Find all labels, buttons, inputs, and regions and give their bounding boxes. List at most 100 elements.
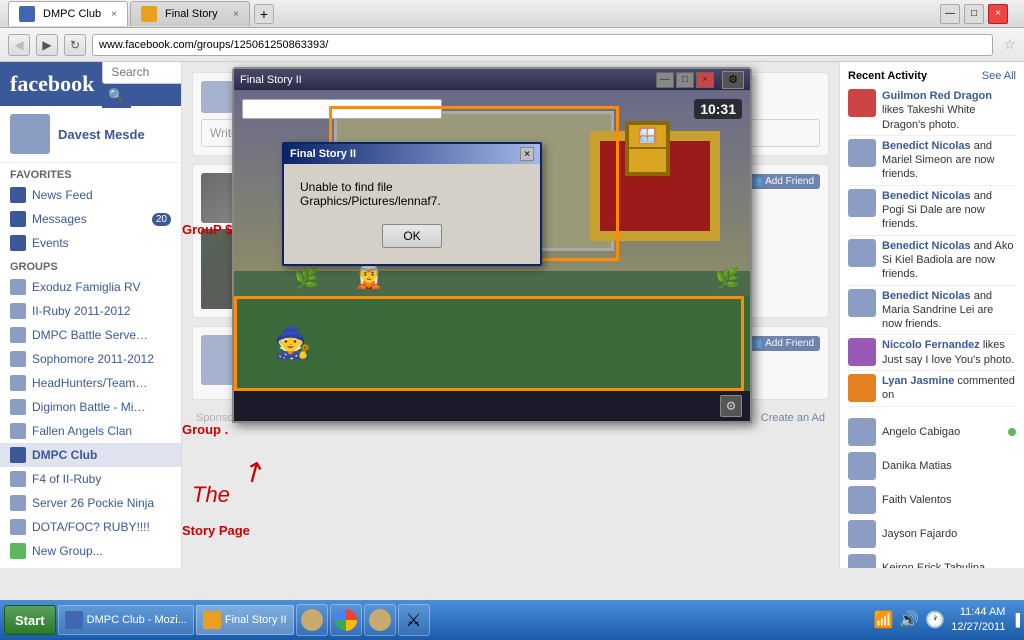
taskbar-icon-chrome[interactable]: [330, 604, 362, 636]
bookmark-star[interactable]: ☆: [1003, 36, 1016, 53]
taskbar-icon-league[interactable]: [296, 604, 328, 636]
start-button[interactable]: Start: [4, 605, 56, 635]
sidebar-user-profile[interactable]: Davest Mesde: [0, 106, 181, 163]
news-avatar-5: [848, 289, 876, 317]
friend-avatar-5: [848, 554, 876, 568]
add-friend-button-2[interactable]: 👥 Add Friend: [744, 336, 820, 351]
sidebar-item-dota[interactable]: DOTA/FOC? RUBY!!!!: [0, 515, 181, 539]
friend-item-danika[interactable]: Danika Matias: [848, 449, 1016, 483]
taskbar-clock-icon: 🕐: [925, 610, 945, 630]
separator: [848, 407, 1016, 415]
search-button[interactable]: 🔍: [102, 84, 131, 108]
write-post-avatar: [201, 81, 233, 113]
taskbar-label-2: Final Story II: [225, 614, 287, 626]
friend-item-jayson[interactable]: Jayson Fajardo: [848, 517, 1016, 551]
sidebar-username: Davest Mesde: [58, 127, 145, 142]
friend-item-keiron[interactable]: Keiron Erick Tabulina: [848, 551, 1016, 568]
taskbar-icon-2: [203, 611, 221, 629]
group-label-9: F4 of II-Ruby: [32, 472, 101, 486]
annotation-the: The: [192, 482, 230, 508]
search-input[interactable]: [102, 62, 182, 84]
taskbar-item-1[interactable]: DMPC Club - Mozi...: [58, 605, 194, 635]
group-label-11: DOTA/FOC? RUBY!!!!: [32, 520, 150, 534]
minimize-browser[interactable]: —: [940, 4, 960, 24]
game-close[interactable]: ×: [696, 72, 714, 88]
tab-dmpc-club[interactable]: DMPC Club ×: [8, 1, 128, 26]
group-label-5: HeadHunters/TeamPhilippin...: [32, 376, 152, 390]
create-ad-link[interactable]: Create an Ad: [761, 412, 825, 424]
sidebar-item-events[interactable]: Events: [0, 231, 181, 255]
sidebar-item-server26[interactable]: Server 26 Pockie Ninja: [0, 491, 181, 515]
news-item-5: Benedict Nicolas and Maria Sandrine Lei …: [848, 286, 1016, 336]
refresh-button[interactable]: ↻: [64, 34, 86, 56]
messages-label: Messages: [32, 212, 87, 226]
taskbar-icon-sword[interactable]: ⚔: [398, 604, 430, 636]
tab-final-story[interactable]: Final Story ×: [130, 1, 250, 26]
game-outdoor: [234, 296, 750, 391]
news-item-4: Benedict Nicolas and Ako Si Kiel Badiola…: [848, 236, 1016, 286]
sidebar-item-digimon[interactable]: Digimon Battle - Mihira Server: [0, 395, 181, 419]
facebook-header: facebook 🔍: [0, 62, 181, 106]
game-settings-btn[interactable]: ⚙: [722, 71, 744, 89]
dialog-title: Final Story II: [290, 148, 356, 160]
error-dialog: Final Story II × Unable to find file Gra…: [282, 142, 542, 266]
facebook-right-sidebar: Recent Activity See All Guilmon Red Drag…: [839, 62, 1024, 568]
tab-final-story-close[interactable]: ×: [233, 9, 239, 20]
sidebar-item-headhunters[interactable]: HeadHunters/TeamPhilippin...: [0, 371, 181, 395]
sidebar-item-messages[interactable]: Messages 20: [0, 207, 181, 231]
group-label-8: DMPC Club: [32, 448, 97, 462]
news-item-7: Lyan Jasmine commented on: [848, 371, 1016, 407]
sidebar-item-dmpc-battle[interactable]: DMPC Battle Server - Reco...: [0, 323, 181, 347]
game-maximize[interactable]: □: [676, 72, 694, 88]
taskbar-wifi-icon: 📶: [873, 610, 893, 630]
friend-name-1: Angelo Cabigao: [882, 426, 1002, 438]
game-gear-button[interactable]: ⚙: [720, 395, 742, 417]
game-window-object: 🪟: [625, 121, 670, 176]
friend-item-faith[interactable]: Faith Valentos: [848, 483, 1016, 517]
sword-icon: ⚔: [406, 610, 422, 631]
new-tab-button[interactable]: +: [254, 4, 274, 24]
tab-dmpc-close[interactable]: ×: [111, 9, 117, 20]
taskbar-icon-lol2[interactable]: [364, 604, 396, 636]
messages-badge: 20: [152, 213, 171, 226]
friend-item-angelo[interactable]: Angelo Cabigao: [848, 415, 1016, 449]
game-plant-left: 🌿: [294, 266, 319, 291]
game-bottom-bar: ⚙: [234, 391, 750, 421]
sidebar-item-iiruby[interactable]: II-Ruby 2011-2012: [0, 299, 181, 323]
sidebar-item-new-group[interactable]: New Group...: [0, 539, 181, 563]
new-group-icon: [10, 543, 26, 559]
see-all-link[interactable]: See All: [982, 70, 1016, 82]
league-icon-2: [369, 609, 391, 631]
address-bar[interactable]: [92, 34, 993, 56]
sidebar-item-f4[interactable]: F4 of II-Ruby: [0, 467, 181, 491]
game-timer: 10:31: [694, 99, 742, 119]
sidebar-item-sophomore[interactable]: Sophomore 2011-2012: [0, 347, 181, 371]
game-titlebar: Final Story II — □ × ⚙: [234, 69, 750, 91]
game-minimize[interactable]: —: [656, 72, 674, 88]
forward-button[interactable]: ▶: [36, 34, 58, 56]
back-button[interactable]: ◀: [8, 34, 30, 56]
dialog-close-button[interactable]: ×: [520, 147, 534, 161]
group-label-7: Fallen Angels Clan: [32, 424, 132, 438]
friend-name-5: Keiron Erick Tabulina: [882, 562, 1016, 568]
dialog-ok-button[interactable]: OK: [382, 224, 441, 248]
online-indicator-1: [1008, 428, 1016, 436]
dialog-button-row: OK: [300, 224, 524, 248]
close-browser[interactable]: ×: [988, 4, 1008, 24]
group-label-4: Sophomore 2011-2012: [32, 352, 154, 366]
events-icon: [10, 235, 26, 251]
maximize-browser[interactable]: □: [964, 4, 984, 24]
taskbar: Start DMPC Club - Mozi... Final Story II…: [0, 600, 1024, 640]
sidebar-item-dmpc-club[interactable]: DMPC Club: [0, 443, 181, 467]
news-avatar-1: [848, 89, 876, 117]
facebook-sidebar: facebook 🔍 Davest Mesde FAVORITES News F…: [0, 62, 182, 568]
sidebar-item-newsfeed[interactable]: News Feed: [0, 183, 181, 207]
taskbar-show-desktop[interactable]: ▐: [1011, 613, 1020, 627]
taskbar-item-2[interactable]: Final Story II: [196, 605, 294, 635]
add-friend-button-1[interactable]: 👥 Add Friend: [744, 174, 820, 189]
sidebar-item-fallen[interactable]: Fallen Angels Clan: [0, 419, 181, 443]
sidebar-item-exoduz[interactable]: Exoduz Famiglia RV: [0, 275, 181, 299]
group-icon-7: [10, 423, 26, 439]
browser-chrome: DMPC Club × Final Story × + — □ × ◀ ▶ ↻ …: [0, 0, 1024, 62]
recent-activity-title: Recent Activity: [848, 70, 927, 82]
